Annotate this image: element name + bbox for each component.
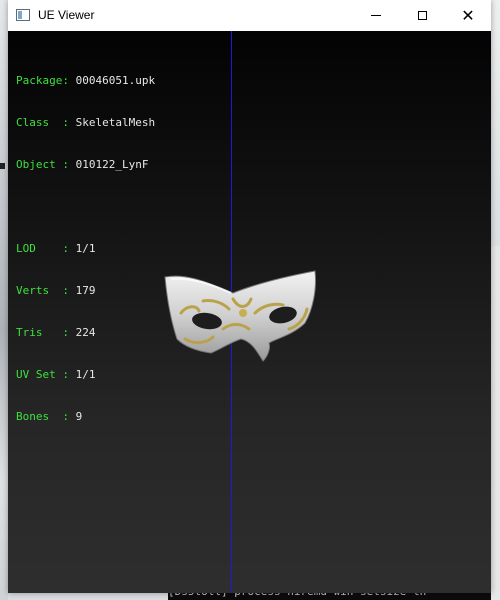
bones-label: Bones :	[16, 410, 69, 423]
class-value: SkeletalMesh	[75, 116, 156, 129]
bones-value: 9	[75, 410, 83, 423]
lod-label: LOD :	[16, 242, 69, 255]
verts-value: 179	[75, 284, 96, 297]
mesh-info-panel: Package: 00046051.upk Class : SkeletalMe…	[16, 46, 155, 452]
background-edge-mark	[0, 163, 5, 169]
minimize-button[interactable]	[353, 0, 399, 31]
window-title: UE Viewer	[38, 8, 95, 22]
lod-value: 1/1	[75, 242, 96, 255]
window-icon[interactable]	[16, 9, 30, 21]
class-label: Class :	[16, 116, 69, 129]
tris-value: 224	[75, 326, 96, 339]
tris-label: Tris :	[16, 326, 69, 339]
mask-gold-center	[239, 309, 247, 317]
background-desktop-left	[0, 0, 8, 600]
console-scrollbar[interactable]	[491, 246, 500, 600]
ue-viewer-window: UE Viewer ✕ Package: 00046051.upk Class …	[8, 0, 491, 593]
mask-model[interactable]	[163, 269, 318, 369]
title-bar[interactable]: UE Viewer ✕	[8, 0, 491, 31]
close-button[interactable]: ✕	[445, 0, 491, 31]
package-label: Package:	[16, 74, 69, 87]
package-value: 00046051.upk	[75, 74, 156, 87]
uvset-label: UV Set :	[16, 368, 69, 381]
maximize-button[interactable]	[399, 0, 445, 31]
minimize-icon	[371, 15, 381, 16]
3d-viewport[interactable]: Package: 00046051.upk Class : SkeletalMe…	[8, 31, 491, 593]
object-value: 010122_LynF	[75, 158, 149, 171]
uvset-value: 1/1	[75, 368, 96, 381]
object-label: Object :	[16, 158, 69, 171]
verts-label: Verts :	[16, 284, 69, 297]
maximize-icon	[417, 11, 427, 20]
close-icon: ✕	[461, 5, 475, 25]
